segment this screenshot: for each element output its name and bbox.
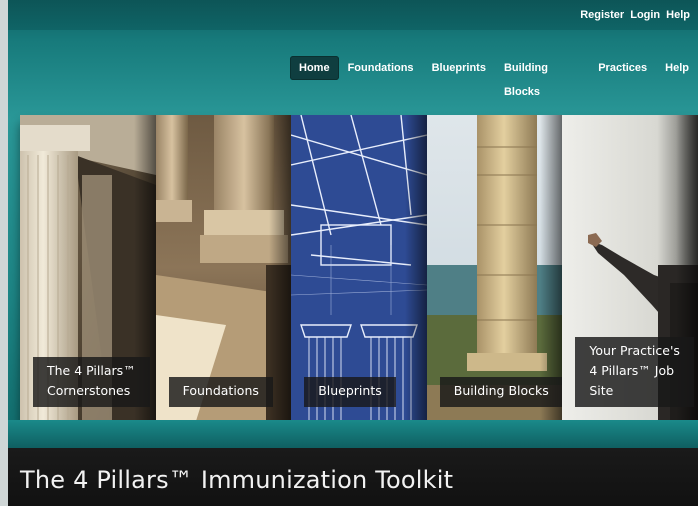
panel-shade (540, 115, 563, 421)
login-link[interactable]: Login (630, 9, 660, 21)
top-utility-bar: Register Login Help (8, 0, 698, 30)
banner-base-band (8, 420, 698, 448)
caption-line: Foundations (182, 383, 259, 398)
caption-cornerstones: The 4 Pillars™ Cornerstones (33, 357, 150, 407)
nav-home[interactable]: Home (290, 56, 339, 80)
caption-line: Blueprints (318, 383, 382, 398)
nav-help[interactable]: Help (656, 56, 698, 80)
top-links: Register Login Help (580, 9, 690, 21)
panel-job-site[interactable]: Your Practice's 4 Pillars™ Job Site (562, 115, 698, 421)
register-link[interactable]: Register (580, 9, 624, 21)
caption-line: Building Blocks (453, 383, 549, 398)
nav-foundations[interactable]: Foundations (339, 56, 423, 80)
page-frame: Register Login Help Home Foundations Blu… (8, 0, 698, 506)
panel-building-blocks[interactable]: Building Blocks (426, 115, 563, 421)
caption-job-site: Your Practice's 4 Pillars™ Job Site (575, 337, 694, 407)
panel-shade (269, 115, 292, 421)
title-bar: The 4 Pillars™ Immunization Toolkit (8, 448, 698, 506)
caption-line: Cornerstones (47, 383, 131, 398)
caption-building-blocks: Building Blocks (439, 377, 563, 407)
nav-practices[interactable]: Practices (589, 56, 656, 80)
caption-blueprints: Blueprints (304, 377, 396, 407)
panel-blueprints[interactable]: Blueprints (291, 115, 427, 421)
caption-line: Your Practice's (589, 343, 680, 358)
main-nav: Home Foundations Blueprints Building Blo… (290, 56, 698, 98)
panel-cornerstones[interactable]: The 4 Pillars™ Cornerstones (20, 115, 156, 421)
pillars-banner: The 4 Pillars™ Cornerstones Foundations … (20, 115, 698, 421)
nav-blueprints[interactable]: Blueprints (423, 56, 495, 80)
caption-line: The 4 Pillars™ (47, 363, 136, 378)
panel-foundations[interactable]: Foundations (155, 115, 292, 421)
caption-foundations: Foundations (168, 377, 273, 407)
panel-shade (404, 115, 427, 421)
caption-line: 4 Pillars™ Job (589, 363, 675, 378)
help-top-link[interactable]: Help (666, 9, 690, 21)
caption-line: Site (589, 383, 614, 398)
page-title: The 4 Pillars™ Immunization Toolkit (20, 466, 454, 494)
nav-building-blocks[interactable]: Building Blocks (495, 56, 589, 98)
